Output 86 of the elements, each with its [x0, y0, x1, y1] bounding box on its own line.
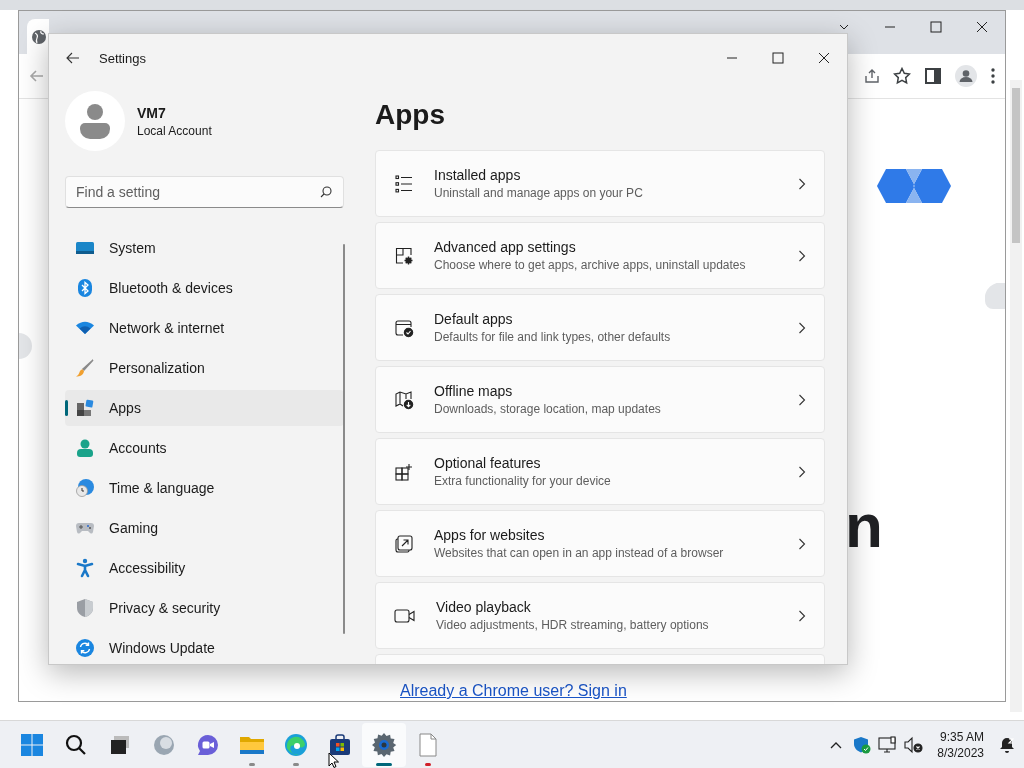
clock-time: 9:35 AM [939, 729, 984, 744]
chevron-right-icon [798, 537, 806, 550]
accessibility-icon [75, 558, 95, 578]
card-title: Apps for websites [434, 527, 546, 543]
document-icon [417, 732, 439, 757]
widgets-icon [152, 732, 176, 757]
card-description: Websites that can open in an app instead of a browser [434, 546, 725, 560]
maximize-icon [930, 21, 942, 33]
chevron-right-icon [798, 249, 806, 262]
settings-card[interactable]: Default apps Defaults for file and link types, other defaults [375, 294, 825, 361]
app-check-icon [394, 317, 414, 338]
app-settings-icon [394, 245, 414, 266]
side-panel-icon[interactable] [925, 68, 941, 84]
gear-icon [371, 731, 397, 758]
clock-date: 8/3/2023 [937, 745, 984, 760]
paintbrush-icon [75, 358, 95, 378]
hexagon-logo-icon [877, 169, 951, 203]
account-type: Local Account [137, 123, 212, 138]
card-title: Optional features [434, 455, 542, 471]
close-icon [976, 21, 988, 33]
chevron-right-icon [798, 177, 806, 190]
apps-grid-icon [75, 398, 95, 418]
chevron-right-icon [798, 393, 806, 406]
nav-item[interactable]: Personalization [65, 350, 344, 386]
card-title: Advanced app settings [434, 239, 577, 255]
card-title: Video playback [436, 599, 532, 615]
page-title: Apps [375, 98, 446, 132]
windows-logo-icon [21, 733, 43, 756]
card-description: Downloads, storage location, map updates [434, 402, 662, 416]
card-title: Offline maps [434, 383, 514, 399]
card-title: Default apps [434, 311, 514, 327]
shape-decoration [985, 283, 1005, 309]
back-arrow-icon [66, 51, 80, 65]
browser-swirl-icon [284, 732, 308, 757]
nav-item[interactable]: System [65, 230, 344, 266]
globe-icon [31, 28, 47, 45]
shield-icon [75, 598, 95, 618]
sync-icon [75, 638, 95, 658]
card-description: Uninstall and manage apps on your PC [434, 186, 644, 200]
bluetooth-icon [75, 278, 95, 298]
search-field[interactable]: Find a setting [65, 176, 344, 208]
nav-item[interactable]: Apps [65, 390, 344, 426]
settings-card[interactable]: Video playback Video adjustments, HDR streaming, battery options [375, 582, 825, 649]
search-icon [65, 733, 87, 756]
browser-tab[interactable] [27, 19, 49, 54]
card-description: Extra functionality for your device [434, 474, 612, 488]
chevron-right-icon [798, 321, 806, 334]
mouse-pointer-icon [328, 752, 340, 768]
chevron-up-icon [830, 740, 843, 749]
map-download-icon [394, 389, 414, 410]
task-view-icon [109, 733, 131, 756]
chat-icon [196, 732, 220, 757]
settings-card[interactable]: Installed apps Uninstall and manage apps on your PC [375, 150, 825, 217]
chevron-right-icon [798, 609, 806, 622]
settings-card[interactable]: Optional features Extra functionality for your device [375, 438, 825, 505]
back-arrow-icon[interactable] [29, 68, 45, 84]
grid-plus-icon [394, 461, 414, 482]
card-title: Installed apps [434, 167, 522, 183]
sign-in-link[interactable]: Already a Chrome user? Sign in [400, 682, 627, 700]
list-icon [394, 173, 414, 194]
nav-item[interactable]: Accessibility [65, 550, 344, 586]
clock-globe-icon [75, 478, 95, 498]
heading-text: n [845, 495, 883, 557]
window-title: Settings [99, 50, 146, 66]
settings-card[interactable]: Advanced app settings Choose where to get apps, archive apps, uninstall updates [375, 222, 825, 289]
open-in-app-icon [394, 533, 414, 554]
profile-icon[interactable] [955, 65, 977, 87]
store-bag-icon [328, 732, 352, 757]
user-name: VM7 [137, 104, 167, 121]
card-description: Choose where to get apps, archive apps, uninstall updates [434, 258, 747, 272]
share-icon[interactable] [865, 68, 879, 84]
settings-card[interactable]: Apps for websites Websites that can open in an app instead of a browser [375, 510, 825, 577]
settings-card[interactable]: Offline maps Downloads, storage location, map updates [375, 366, 825, 433]
card-description: Video adjustments, HDR streaming, battery options [436, 618, 710, 632]
star-icon[interactable] [893, 67, 911, 85]
card-description: Defaults for file and link types, other defaults [434, 330, 672, 344]
nav-item[interactable]: Windows Update [65, 630, 344, 664]
maximize-icon [772, 52, 784, 64]
nav-item[interactable]: Gaming [65, 510, 344, 546]
chevron-right-icon [798, 465, 806, 478]
taskbar-app[interactable] [362, 722, 406, 767]
more-options-icon[interactable] [991, 68, 995, 84]
nav-item[interactable]: Accounts [65, 430, 344, 466]
search-icon [320, 186, 332, 198]
person-icon [75, 438, 95, 458]
close-icon [818, 52, 830, 64]
